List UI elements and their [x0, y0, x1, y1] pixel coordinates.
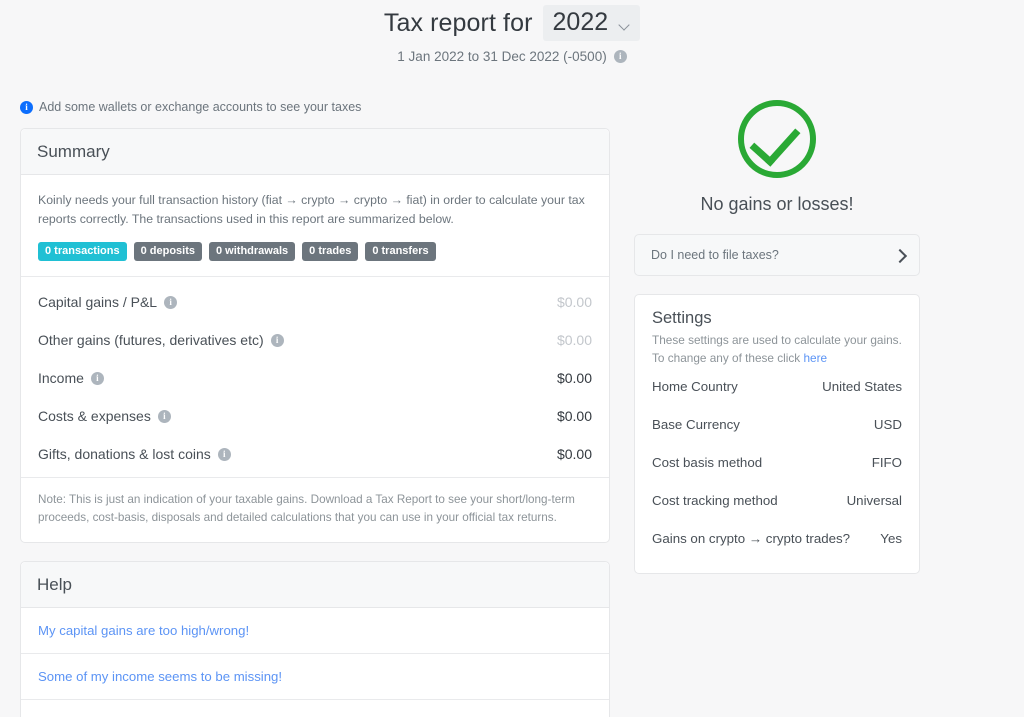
- settings-card: Settings These settings are used to calc…: [634, 294, 920, 575]
- help-card-header: Help: [21, 562, 609, 609]
- badge-trades[interactable]: 0 trades: [302, 242, 359, 262]
- summary-note: Note: This is just an indication of your…: [21, 477, 609, 542]
- setting-key: Home Country: [652, 379, 738, 395]
- summary-row-label: Gifts, donations & lost coins: [38, 446, 211, 463]
- setting-row-cost-basis-method: Cost basis method FIFO: [652, 443, 902, 481]
- table-row: Capital gains / P&L i $0.00: [21, 283, 609, 321]
- help-link-capital-gains[interactable]: My capital gains are too high/wrong!: [21, 608, 609, 655]
- setting-row-crypto-trades-gains: Gains on crypto → crypto trades? Yes: [652, 519, 902, 557]
- page-title: Tax report for: [383, 8, 533, 37]
- summary-row-label-wrap: Income i: [38, 370, 104, 386]
- year-select-dropdown[interactable]: 2022: [542, 5, 641, 41]
- year-select-value: 2022: [552, 8, 609, 36]
- settings-here-link[interactable]: here: [803, 351, 827, 365]
- badge-deposits[interactable]: 0 deposits: [133, 242, 202, 262]
- left-column: Summary Koinly needs your full transacti…: [20, 128, 610, 717]
- summary-row-label: Costs & expenses: [38, 408, 151, 425]
- setting-value: Universal: [846, 493, 902, 509]
- badge-transactions[interactable]: 0 transactions: [38, 242, 127, 262]
- summary-row-value: $0.00: [556, 332, 592, 349]
- tax-report-page: Tax report for 2022 1 Jan 2022 to 31 Dec…: [0, 0, 1024, 717]
- chevron-right-icon: [895, 249, 904, 262]
- settings-description-text: These settings are used to calculate you…: [652, 333, 902, 365]
- summary-row-value: $0.00: [556, 294, 592, 311]
- setting-value: USD: [873, 417, 902, 433]
- help-card: Help My capital gains are too high/wrong…: [20, 561, 610, 717]
- summary-row-label-wrap: Gifts, donations & lost coins i: [38, 446, 231, 462]
- setting-value: United States: [822, 379, 902, 395]
- summary-card: Summary Koinly needs your full transacti…: [20, 128, 610, 544]
- setting-row-base-currency: Base Currency USD: [652, 405, 902, 443]
- table-row: Costs & expenses i $0.00: [21, 397, 609, 435]
- setting-key: Base Currency: [652, 417, 740, 433]
- setting-value: FIFO: [871, 455, 902, 471]
- summary-row-value: $0.00: [556, 370, 592, 387]
- page-header: Tax report for 2022 1 Jan 2022 to 31 Dec…: [0, 0, 1024, 64]
- setting-key: Cost tracking method: [652, 493, 778, 509]
- summary-rows: Capital gains / P&L i $0.00 Other gains …: [21, 276, 609, 477]
- wallet-alert: i Add some wallets or exchange accounts …: [20, 100, 361, 114]
- info-icon[interactable]: i: [217, 447, 231, 461]
- chevron-down-icon: [620, 21, 631, 28]
- summary-row-label-wrap: Costs & expenses i: [38, 408, 171, 424]
- table-row: Gifts, donations & lost coins i $0.00: [21, 435, 609, 473]
- summary-row-label: Income: [38, 370, 84, 387]
- date-range-label: 1 Jan 2022 to 31 Dec 2022 (-0500): [397, 49, 607, 64]
- setting-key: Gains on crypto → crypto trades?: [652, 531, 851, 547]
- summary-row-label-wrap: Other gains (futures, derivatives etc) i: [38, 332, 284, 348]
- title-row: Tax report for 2022: [0, 4, 1024, 42]
- summary-row-label-wrap: Capital gains / P&L i: [38, 294, 178, 311]
- settings-heading: Settings: [652, 309, 712, 327]
- setting-key: Cost basis method: [652, 455, 763, 471]
- badge-transfers[interactable]: 0 transfers: [365, 242, 436, 262]
- status-text: No gains or losses!: [700, 194, 854, 214]
- check-circle-icon: [738, 100, 816, 178]
- table-row: Other gains (futures, derivatives etc) i…: [21, 321, 609, 359]
- info-icon[interactable]: i: [90, 371, 104, 385]
- badge-withdrawals[interactable]: 0 withdrawals: [209, 242, 296, 262]
- file-taxes-label: Do I need to file taxes?: [651, 248, 779, 262]
- setting-value: Yes: [880, 531, 902, 547]
- info-icon[interactable]: i: [157, 409, 171, 423]
- summary-heading: Summary: [37, 142, 110, 161]
- info-icon[interactable]: i: [270, 333, 284, 347]
- setting-row-home-country: Home Country United States: [652, 367, 902, 405]
- help-link-accurate-report[interactable]: How do I ensure my tax report is accurat…: [21, 700, 609, 717]
- setting-row-cost-tracking-method: Cost tracking method Universal: [652, 481, 902, 519]
- settings-description: These settings are used to calculate you…: [652, 332, 902, 367]
- summary-row-value: $0.00: [556, 408, 592, 425]
- help-heading: Help: [37, 575, 72, 595]
- summary-row-label: Other gains (futures, derivatives etc): [38, 332, 264, 349]
- info-icon[interactable]: i: [613, 50, 627, 63]
- summary-card-header: Summary: [21, 129, 609, 175]
- table-row: Income i $0.00: [21, 359, 609, 397]
- date-range-row: 1 Jan 2022 to 31 Dec 2022 (-0500) i: [0, 49, 1024, 64]
- right-column: No gains or losses! Do I need to file ta…: [634, 96, 920, 575]
- summary-row-label: Capital gains / P&L: [38, 294, 158, 311]
- info-icon: i: [20, 100, 33, 114]
- file-taxes-button[interactable]: Do I need to file taxes?: [634, 234, 920, 276]
- summary-row-value: $0.00: [556, 446, 592, 463]
- help-link-missing-income[interactable]: Some of my income seems to be missing!: [21, 654, 609, 701]
- wallet-alert-text: Add some wallets or exchange accounts to…: [39, 100, 362, 114]
- info-icon[interactable]: i: [164, 295, 178, 309]
- summary-intro-text: Koinly needs your full transaction histo…: [38, 193, 585, 227]
- transaction-badges: 0 transactions 0 deposits 0 withdrawals …: [21, 229, 609, 276]
- status-block: No gains or losses!: [634, 96, 920, 215]
